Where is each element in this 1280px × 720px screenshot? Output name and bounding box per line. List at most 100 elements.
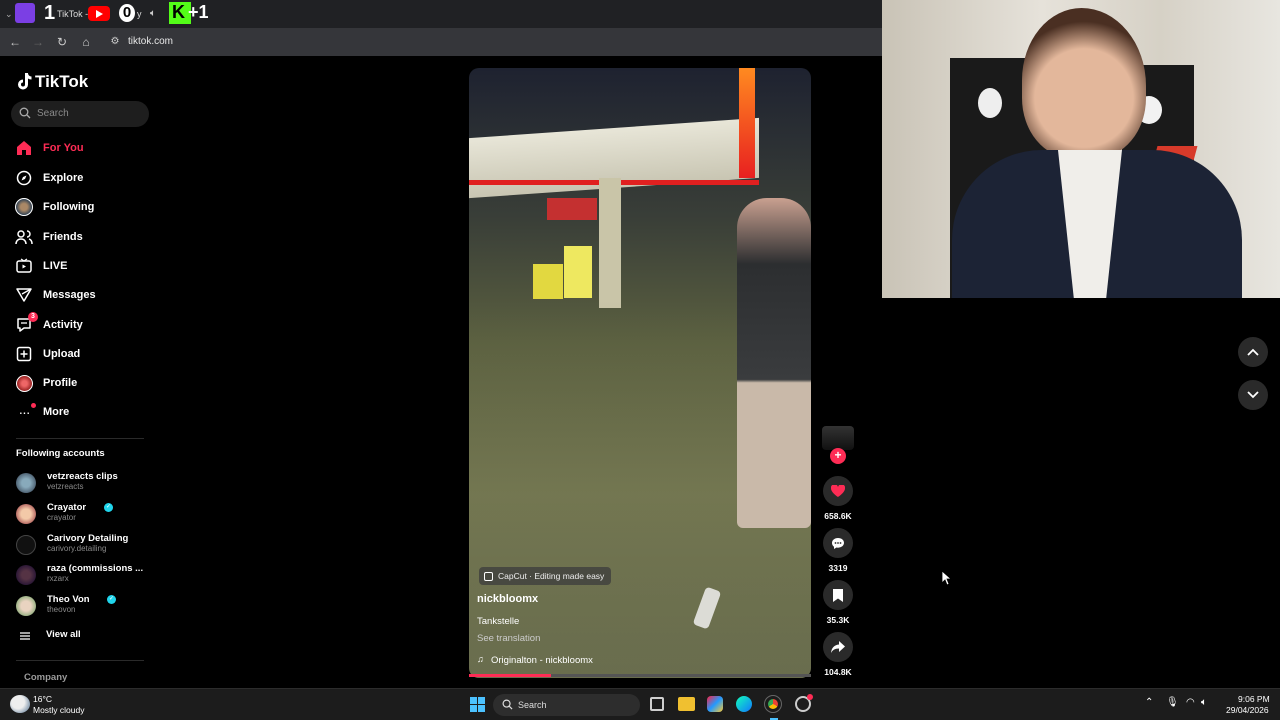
nav-label: Upload <box>43 348 81 360</box>
creator-avatar[interactable] <box>822 426 854 450</box>
account-name: Theo Von <box>47 594 90 605</box>
see-translation-link[interactable]: See translation <box>477 633 540 644</box>
video-author[interactable]: nickbloomx <box>477 593 538 605</box>
video-player[interactable]: CapCut · Editing made easy nickbloomx Ta… <box>469 68 811 678</box>
nav-friends[interactable]: Friends <box>14 226 83 248</box>
copilot-icon[interactable] <box>707 696 723 712</box>
home-icon <box>14 138 34 158</box>
weather-cloud-icon[interactable] <box>10 695 30 713</box>
nav-following[interactable]: Following <box>14 196 94 218</box>
search-input[interactable]: Search <box>11 101 149 127</box>
search-icon <box>502 699 513 710</box>
tab-dropdown-icon[interactable]: ⌄ <box>5 9 13 20</box>
tiktok-logo-text[interactable]: TikTok <box>35 72 88 92</box>
like-button[interactable]: 658.6K <box>822 476 854 521</box>
view-all-link[interactable]: View all <box>46 629 81 640</box>
wifi-icon[interactable]: ◠ <box>1186 697 1195 708</box>
webcam-streamer-head <box>1022 8 1146 158</box>
account-handle: vetzreacts <box>47 482 84 491</box>
overlay-count-c: +1 <box>188 2 209 22</box>
share-count: 104.8K <box>824 667 852 677</box>
nav-label: More <box>43 406 70 418</box>
following-avatar-icon <box>14 197 34 217</box>
video-sound[interactable]: Originalton - nickbloomx <box>491 655 593 666</box>
comment-icon <box>823 528 853 558</box>
app-notification-dot <box>807 694 813 700</box>
chevron-down-icon <box>1247 391 1259 399</box>
like-count: 658.6K <box>824 511 852 521</box>
nav-explore[interactable]: Explore <box>14 167 83 189</box>
overlay-count-b: 0 <box>119 4 135 22</box>
nav-more[interactable]: ··· More <box>14 401 69 423</box>
yellow-pump <box>533 264 563 299</box>
tab-title[interactable]: TikTok - <box>57 9 88 19</box>
volume-icon[interactable]: 🔈︎ <box>1201 697 1207 708</box>
tiktok-logo-icon[interactable] <box>16 72 32 90</box>
company-link[interactable]: Company <box>24 672 67 683</box>
share-button[interactable]: 104.8K <box>822 632 854 677</box>
microphone-icon[interactable]: 🎙︎ <box>1166 697 1179 708</box>
webcam-figurine <box>978 88 1002 118</box>
overlay-count-a: 1 <box>44 2 56 24</box>
url-text[interactable]: tiktok.com <box>128 36 173 47</box>
nav-upload[interactable]: Upload <box>14 343 80 365</box>
taskbar-search-box[interactable]: Search <box>493 694 640 716</box>
home-button-icon[interactable]: ⌂ <box>78 34 94 50</box>
clock-date[interactable]: 29/04/2026 <box>1226 705 1269 715</box>
nav-profile[interactable]: Profile <box>14 372 77 394</box>
neon-sign <box>739 68 755 178</box>
back-arrow-icon[interactable]: ← <box>7 34 23 50</box>
nav-activity[interactable]: 3 Activity <box>14 312 83 336</box>
account-name: Crayator <box>47 502 87 513</box>
sidebar-divider <box>16 660 144 661</box>
next-video-button[interactable] <box>1238 380 1268 410</box>
comment-button[interactable]: 3319 <box>822 528 854 573</box>
canopy-pillar <box>599 178 621 308</box>
sidebar-divider <box>16 438 144 439</box>
nav-label: Messages <box>43 289 96 301</box>
forward-arrow-icon[interactable]: → <box>30 34 46 50</box>
previous-video-button[interactable] <box>1238 337 1268 367</box>
weather-condition[interactable]: Mostly cloudy <box>33 705 85 715</box>
windows-start-icon[interactable] <box>470 697 486 713</box>
edge-browser-icon[interactable] <box>736 696 752 712</box>
account-handle: carivory.detailing <box>47 544 107 553</box>
avatar <box>16 535 36 555</box>
chevron-up-icon <box>1247 348 1259 356</box>
heart-icon <box>823 476 853 506</box>
speaker-icon[interactable]: 🔈︎ <box>150 8 156 19</box>
friends-icon <box>14 227 34 247</box>
nav-label: Friends <box>43 231 83 243</box>
nav-label: Profile <box>43 377 78 389</box>
clock-time[interactable]: 9:06 PM <box>1238 694 1270 704</box>
more-icon: ··· <box>14 402 36 422</box>
bookmark-icon <box>823 580 853 610</box>
weather-temp[interactable]: 16°C <box>33 694 52 704</box>
site-info-icon[interactable]: ⚙ <box>107 34 123 50</box>
capcut-tag[interactable]: CapCut · Editing made easy <box>479 567 612 585</box>
nav-messages[interactable]: Messages <box>14 284 96 306</box>
activity-badge: 3 <box>28 312 38 322</box>
save-button[interactable]: 35.3K <box>822 580 854 625</box>
video-progress-bar[interactable] <box>469 674 811 677</box>
yellow-pump <box>564 246 592 298</box>
chrome-browser-icon[interactable] <box>764 695 782 713</box>
reload-icon[interactable]: ↻ <box>54 34 70 50</box>
save-count: 35.3K <box>826 615 850 625</box>
follow-plus-icon[interactable]: + <box>830 448 846 464</box>
nav-for-you[interactable]: For You <box>14 137 84 159</box>
account-handle: theovon <box>47 605 76 614</box>
share-arrow-icon <box>823 632 853 662</box>
twitch-overlay-icon <box>15 3 35 23</box>
music-note-icon: ♫ <box>477 654 484 664</box>
file-explorer-icon[interactable] <box>678 697 695 711</box>
mouse-cursor-icon <box>942 571 952 585</box>
verified-icon: ✓ <box>104 503 113 512</box>
nav-label: Activity <box>43 319 83 331</box>
tab-title-suffix: y <box>137 9 142 19</box>
live-icon <box>14 256 34 276</box>
nav-live[interactable]: LIVE <box>14 255 67 277</box>
tray-chevron-up-icon[interactable]: ⌃ <box>1145 697 1153 708</box>
webcam-overlay <box>882 0 1280 298</box>
task-view-icon[interactable] <box>650 697 664 711</box>
